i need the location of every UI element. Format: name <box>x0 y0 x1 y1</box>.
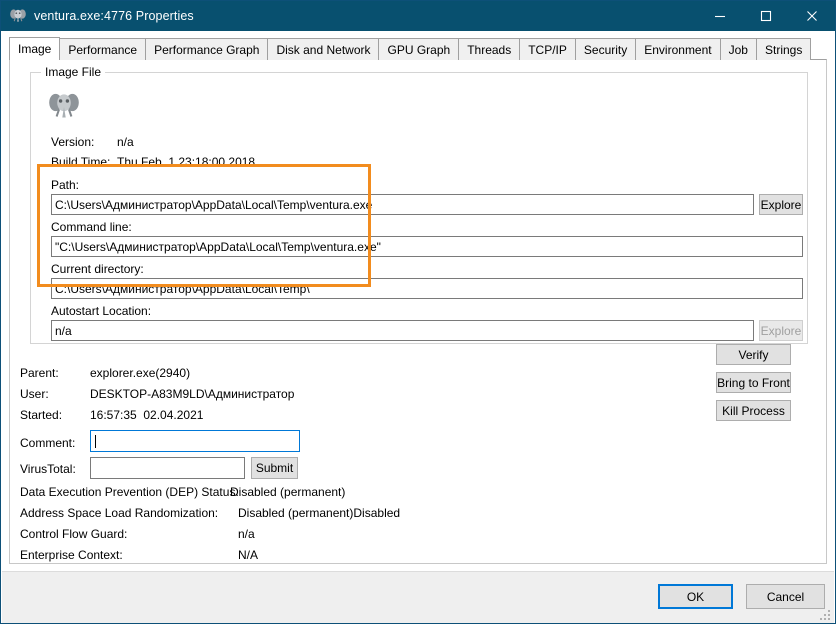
window-title: ventura.exe:4776 Properties <box>34 9 194 23</box>
autostart-location-label: Autostart Location: <box>51 304 152 318</box>
tab-label: Environment <box>644 42 712 57</box>
started-value: 16:57:35 02.04.2021 <box>90 408 204 422</box>
ok-button[interactable]: OK <box>658 584 733 609</box>
image-file-group-label: Image File <box>41 65 106 79</box>
tab-label: Strings <box>764 42 803 57</box>
tab-label: Job <box>728 42 748 57</box>
control-flow-guard-label: Control Flow Guard: <box>20 527 128 541</box>
started-label: Started: <box>20 408 63 422</box>
tab-gpu-graph[interactable]: GPU Graph <box>378 38 460 60</box>
tab-label: Performance Graph <box>154 42 260 57</box>
dep-status-label: Data Execution Prevention (DEP) Status: <box>20 485 239 499</box>
virustotal-label: VirusTotal: <box>20 462 76 476</box>
virustotal-input[interactable] <box>90 457 245 479</box>
tab-strings[interactable]: Strings <box>755 38 812 60</box>
tab-job[interactable]: Job <box>719 38 757 60</box>
path-explore-button[interactable]: Explore <box>759 194 803 215</box>
cancel-button[interactable]: Cancel <box>746 584 825 609</box>
dep-status-value: Disabled (permanent) <box>230 485 346 499</box>
close-icon[interactable] <box>789 1 835 31</box>
enterprise-context-value: N/A <box>238 548 259 562</box>
window-controls <box>697 1 835 31</box>
tab-label: Threads <box>467 42 512 57</box>
tab-label: GPU Graph <box>387 42 451 57</box>
tab-security[interactable]: Security <box>574 38 637 60</box>
aslr-value: Disabled (permanent)Disabled <box>238 506 401 520</box>
build-time-value: Thu Feb 1 23:18:00 2018 <box>117 155 256 169</box>
tab-label: Performance <box>68 42 138 57</box>
elephant-icon <box>9 7 27 25</box>
maximize-icon[interactable] <box>743 1 789 31</box>
comment-label: Comment: <box>20 436 76 450</box>
command-line-input[interactable]: "C:\Users\Администратор\AppData\Local\Te… <box>51 236 803 257</box>
tab-label: Image <box>18 42 52 56</box>
tab-threads[interactable]: Threads <box>458 38 521 60</box>
tab-strip: Image Performance Performance Graph Disk… <box>9 37 827 60</box>
bring-to-front-button[interactable]: Bring to Front <box>716 372 791 393</box>
autostart-location-input[interactable]: n/a <box>51 320 754 341</box>
tab-environment[interactable]: Environment <box>635 38 721 60</box>
verify-button[interactable]: Verify <box>716 344 791 365</box>
resize-grip-icon[interactable] <box>819 609 830 620</box>
current-directory-label: Current directory: <box>51 262 144 276</box>
path-input[interactable]: C:\Users\Администратор\AppData\Local\Tem… <box>51 194 754 215</box>
image-tab-page: Image File Version: n/a Build Time: Thu … <box>9 59 827 564</box>
version-value: n/a <box>117 135 134 149</box>
command-line-label: Command line: <box>51 220 132 234</box>
tab-label: TCP/IP <box>528 42 567 57</box>
parent-value: explorer.exe(2940) <box>90 366 191 380</box>
build-time-label: Build Time: <box>51 155 111 169</box>
tab-performance-graph[interactable]: Performance Graph <box>145 38 269 60</box>
title-bar: ventura.exe:4776 Properties <box>1 1 835 31</box>
dialog-footer: OK Cancel <box>2 571 834 623</box>
image-file-groupbox: Image File Version: n/a Build Time: Thu … <box>30 65 808 344</box>
enterprise-context-label: Enterprise Context: <box>20 548 123 562</box>
path-label: Path: <box>51 178 80 192</box>
tab-disk-and-network[interactable]: Disk and Network <box>267 38 380 60</box>
virustotal-submit-button[interactable]: Submit <box>251 457 298 479</box>
tab-label: Disk and Network <box>276 42 371 57</box>
tab-performance[interactable]: Performance <box>59 38 147 60</box>
version-label: Version: <box>51 135 95 149</box>
user-label: User: <box>20 387 49 401</box>
tab-tcpip[interactable]: TCP/IP <box>519 38 576 60</box>
comment-input[interactable] <box>90 430 300 452</box>
control-flow-guard-value: n/a <box>238 527 255 541</box>
parent-label: Parent: <box>20 366 59 380</box>
properties-window: ventura.exe:4776 Properties Image Perfor… <box>0 0 836 624</box>
app-elephant-icon <box>47 89 81 123</box>
minimize-icon[interactable] <box>697 1 743 31</box>
text-caret <box>95 434 96 448</box>
tab-label: Security <box>583 42 628 57</box>
aslr-label: Address Space Load Randomization: <box>20 506 219 520</box>
autostart-explore-button: Explore <box>759 320 803 341</box>
kill-process-button[interactable]: Kill Process <box>716 400 791 421</box>
user-value: DESKTOP-A83M9LD\Администратор <box>90 387 295 401</box>
current-directory-input[interactable]: C:\Users\Администратор\AppData\Local\Tem… <box>51 278 803 299</box>
tab-image[interactable]: Image <box>9 37 61 60</box>
